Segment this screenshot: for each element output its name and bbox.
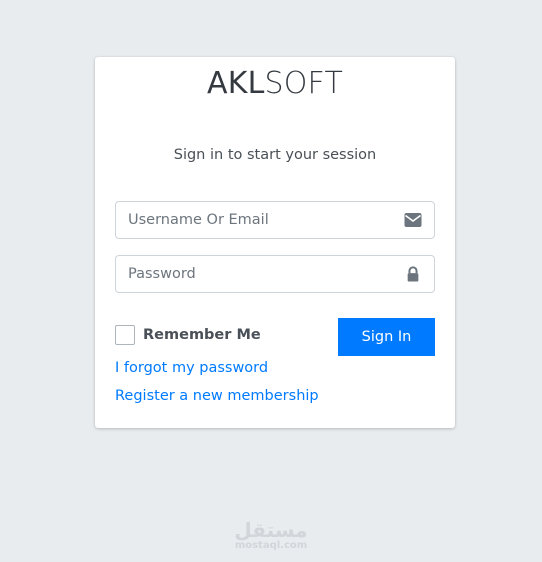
watermark-logo: مستقل mostaql.com xyxy=(0,520,542,552)
forgot-password-link[interactable]: I forgot my password xyxy=(115,358,268,378)
password-input[interactable] xyxy=(116,256,410,292)
watermark-arabic: مستقل xyxy=(234,518,308,542)
brand-part-bold: AKL xyxy=(206,66,265,101)
password-field xyxy=(115,255,435,293)
lock-icon xyxy=(404,266,422,282)
login-box-msg: Sign in to start your session xyxy=(173,147,377,163)
remember-me: Remember Me xyxy=(115,324,261,346)
watermark-latin: mostaql.com xyxy=(234,540,308,551)
username-field xyxy=(115,201,435,239)
envelope-icon xyxy=(404,212,422,228)
username-input[interactable] xyxy=(116,202,410,238)
login-card: AKLSOFT Sign in to start your session Re… xyxy=(95,57,455,428)
sign-in-button[interactable]: Sign In xyxy=(338,318,435,356)
brand-logo[interactable]: AKLSOFT xyxy=(95,66,455,102)
remember-checkbox[interactable] xyxy=(115,325,135,345)
brand-part-light: SOFT xyxy=(264,66,344,101)
register-link[interactable]: Register a new membership xyxy=(115,386,319,406)
remember-label[interactable]: Remember Me xyxy=(143,327,261,343)
